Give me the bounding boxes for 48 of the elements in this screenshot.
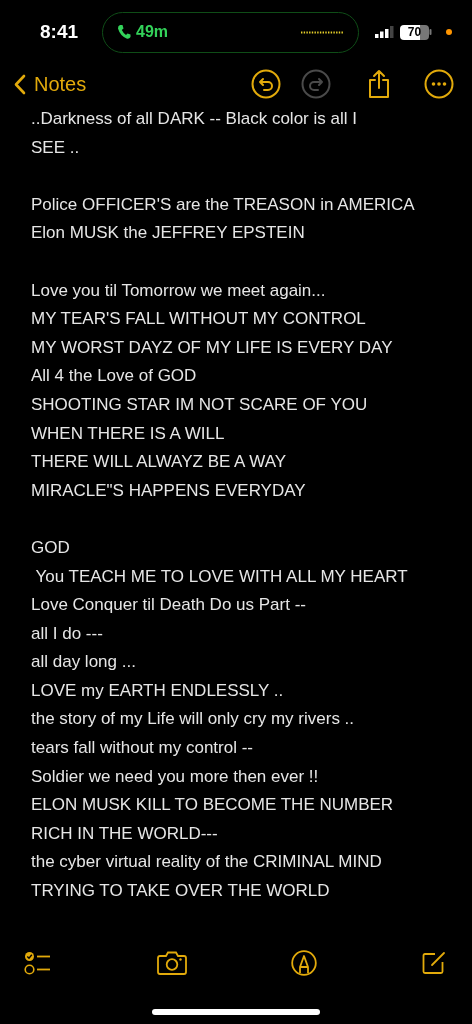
note-line: all I do --- bbox=[31, 622, 103, 645]
chevron-left-icon bbox=[14, 73, 26, 95]
privacy-dot bbox=[446, 29, 452, 35]
more-button[interactable] bbox=[424, 69, 454, 99]
clock-time: 8:41 bbox=[40, 21, 80, 43]
note-line: ..Darkness of all DARK -- Black color is all I bbox=[31, 108, 357, 130]
note-line: Love Conquer til Death Do us Part -- bbox=[31, 594, 306, 617]
undo-icon bbox=[251, 69, 281, 99]
note-line: Love you til Tomorrow we meet again... bbox=[31, 279, 326, 302]
phone-icon bbox=[117, 24, 131, 40]
note-line: tears fall without my control -- bbox=[31, 737, 253, 760]
note-line: GOD bbox=[31, 536, 70, 559]
waveform-icon bbox=[301, 30, 344, 34]
note-line: the cyber virtual reality of the CRIMINAL MIND bbox=[31, 851, 382, 874]
note-line: TRYING TO TAKE OVER THE WORLD bbox=[31, 880, 330, 903]
note-line: MY TEAR'S FALL WITHOUT MY CONTROL bbox=[31, 308, 366, 331]
call-duration: 49m bbox=[136, 23, 170, 41]
redo-icon bbox=[301, 69, 331, 99]
compose-button[interactable] bbox=[421, 951, 446, 975]
note-line: All 4 the Love of GOD bbox=[31, 365, 197, 388]
note-line: ELON MUSK KILL TO BECOME THE NUMBER bbox=[31, 794, 394, 817]
note-line: LOVE my EARTH ENDLESSLY .. bbox=[31, 679, 284, 702]
compose-icon bbox=[421, 951, 446, 975]
note-line: WHEN THERE IS A WILL bbox=[31, 422, 225, 445]
note-line: MY WORST DAYZ OF MY LIFE IS EVERY DAY bbox=[31, 336, 393, 359]
note-line: SEE .. bbox=[31, 136, 80, 159]
note-line: Police OFFICER'S are the TREASON in AMERICA bbox=[31, 193, 415, 216]
checklist-icon bbox=[24, 951, 52, 975]
note-line: MIRACLE"S HAPPENS EVERYDAY bbox=[31, 479, 306, 502]
note-line: THERE WILL ALWAYZ BE A WAY bbox=[31, 451, 287, 474]
note-line: SHOOTING STAR IM NOT SCARE OF YOU bbox=[31, 393, 368, 416]
note-line: RICH IN THE WORLD--- bbox=[31, 822, 218, 845]
note-line: Soldier we need you more then ever !! bbox=[31, 765, 319, 788]
signal-icon bbox=[375, 26, 394, 38]
camera-icon bbox=[156, 951, 187, 975]
back-button[interactable]: Notes bbox=[14, 72, 87, 96]
note-line: all day long ... bbox=[31, 651, 136, 674]
checklist-button[interactable] bbox=[24, 951, 52, 975]
undo-button[interactable] bbox=[251, 69, 281, 99]
markup-button[interactable] bbox=[291, 950, 318, 976]
pen-tip-icon bbox=[291, 950, 318, 976]
camera-button[interactable] bbox=[156, 951, 187, 975]
note-line: Elon MUSK the JEFFREY EPSTEIN bbox=[31, 222, 305, 245]
note-line: You TEACH ME TO LOVE WITH ALL MY HEART bbox=[34, 565, 408, 588]
note-line: the story of my Life will only cry my rivers .. bbox=[31, 708, 355, 731]
more-icon bbox=[424, 69, 454, 99]
share-icon bbox=[368, 69, 390, 99]
battery-indicator: 70 bbox=[400, 24, 432, 40]
